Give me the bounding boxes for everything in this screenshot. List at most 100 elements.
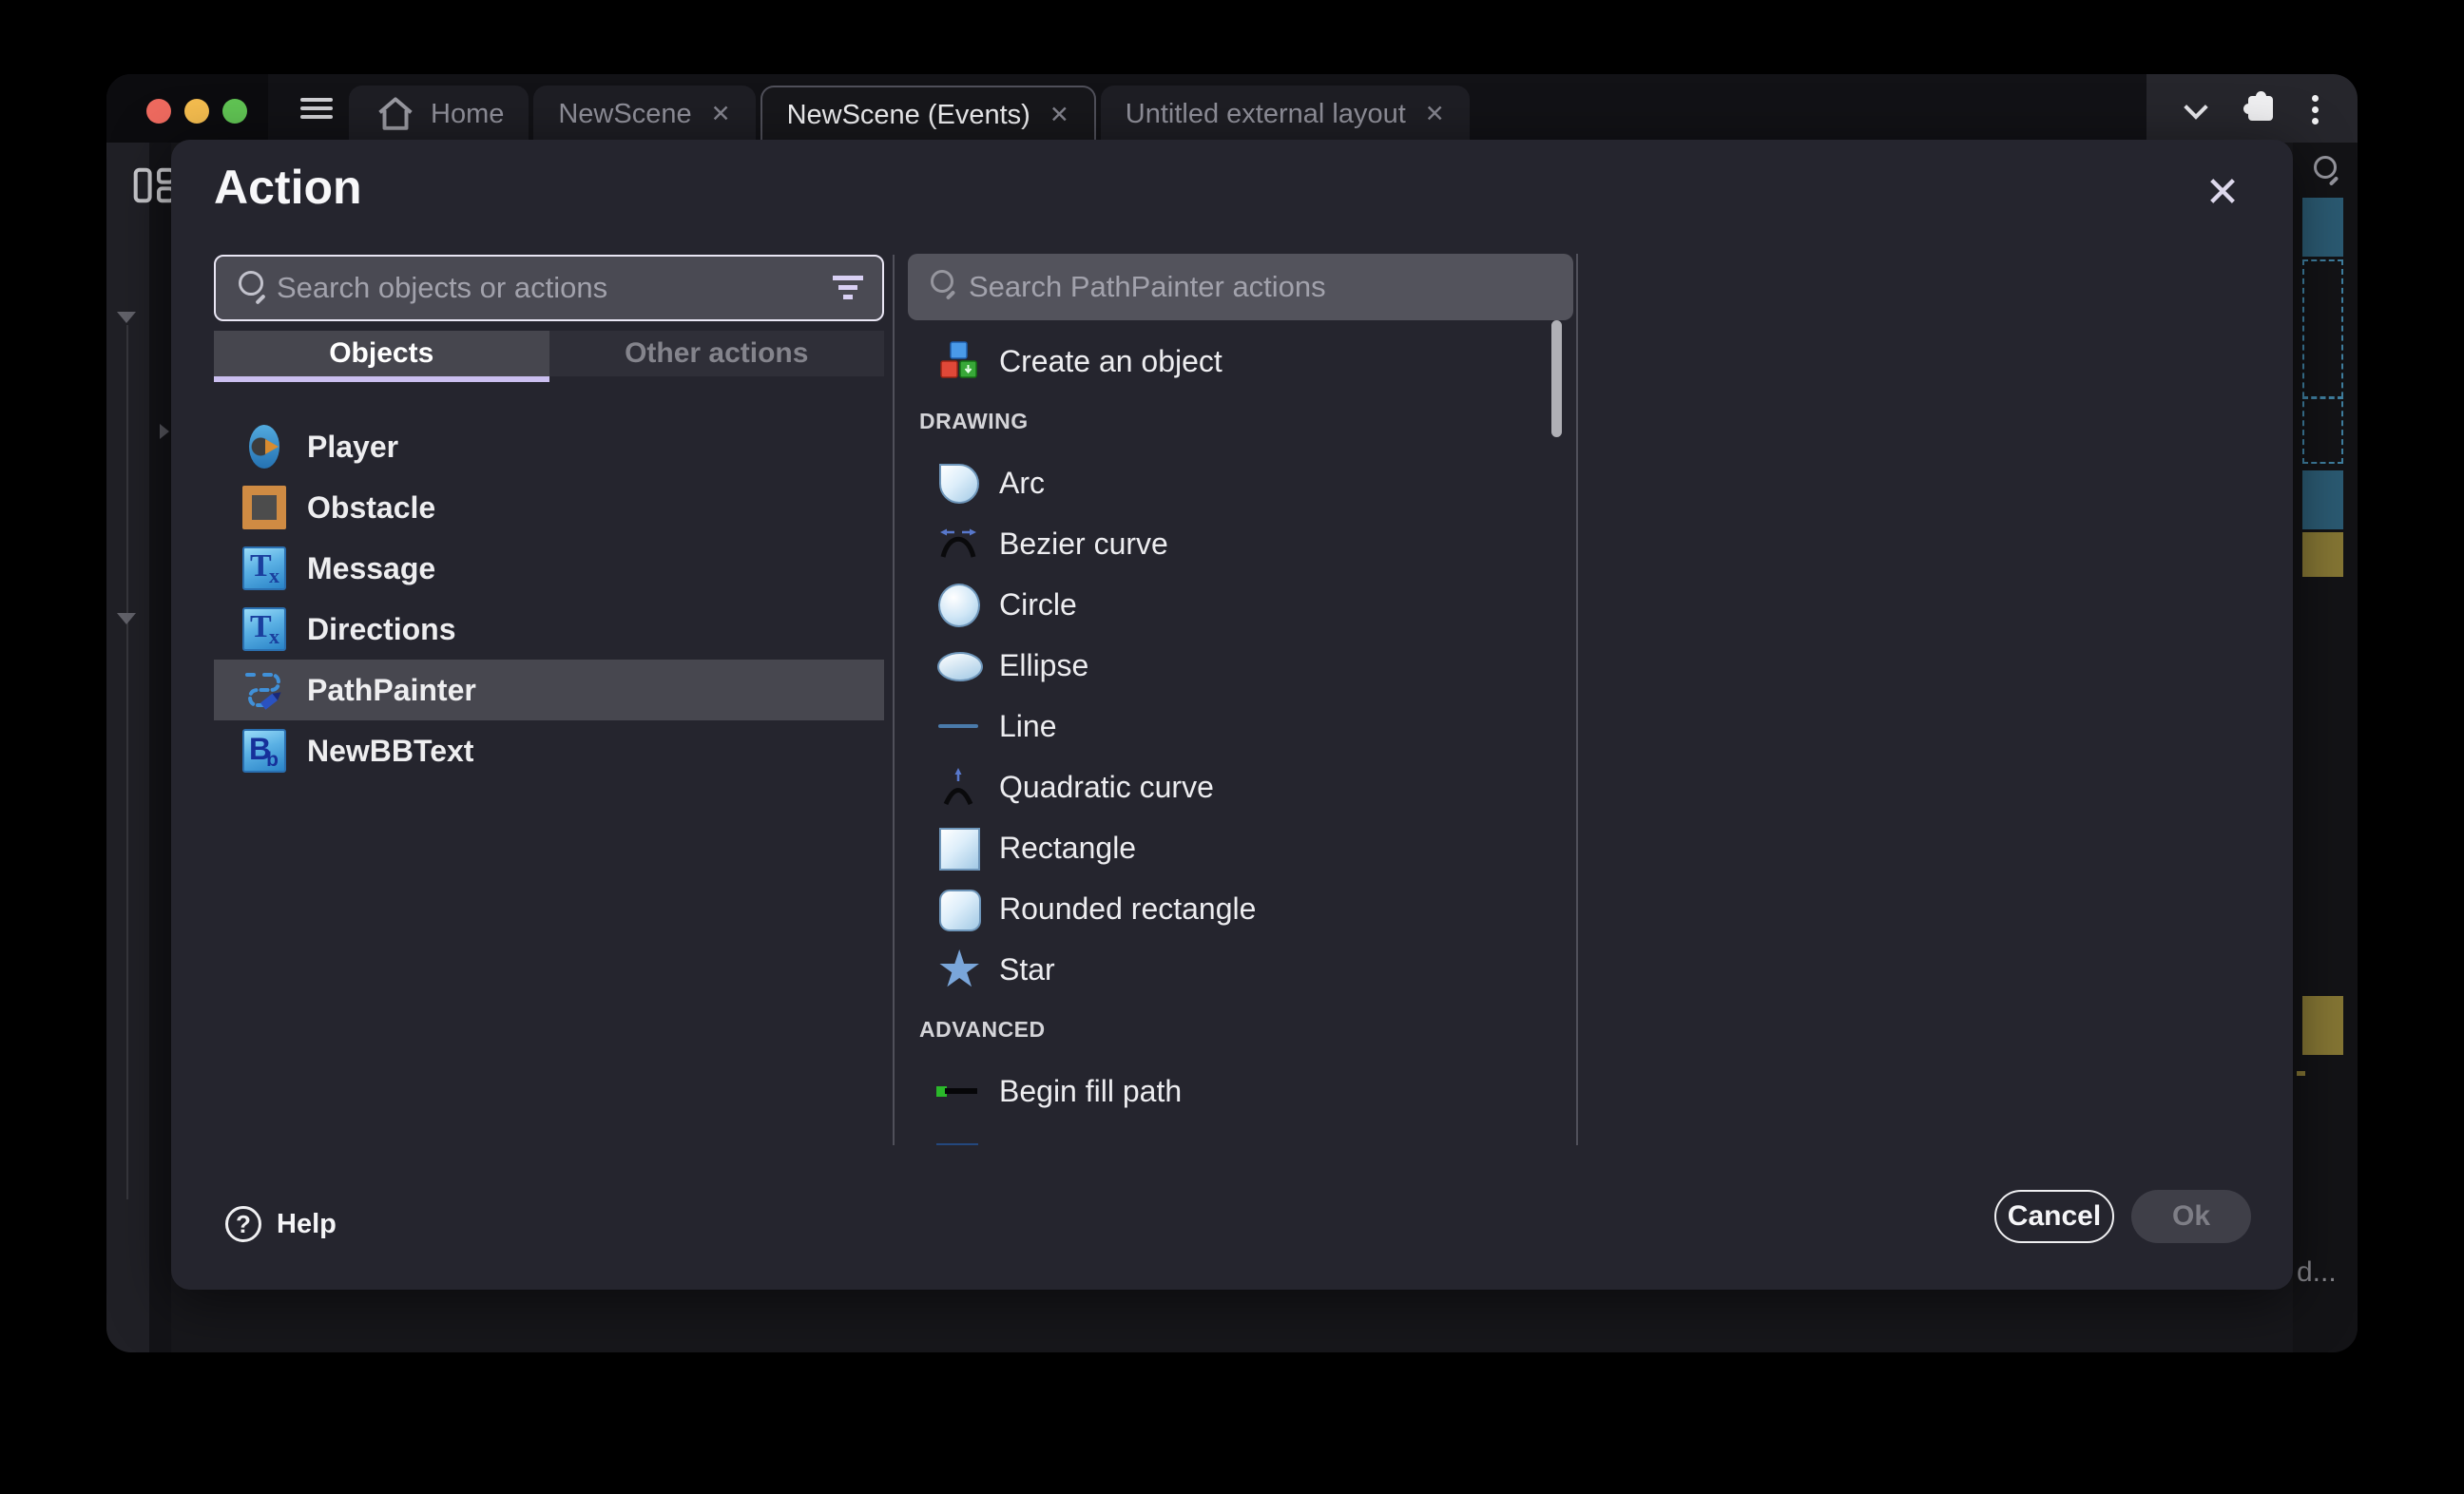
action-item-circle[interactable]: Circle [908, 574, 1554, 635]
action-item-bezier-curve[interactable]: Bezier curve [908, 513, 1554, 574]
close-window-button[interactable] [146, 99, 171, 124]
tab-objects[interactable]: Objects [214, 331, 549, 376]
action-item-rounded-rectangle[interactable]: Rounded rectangle [908, 878, 1554, 939]
chevron-down-icon[interactable] [2185, 97, 2208, 120]
rectangle-icon [936, 826, 980, 870]
search-icon [931, 270, 959, 304]
begin-fill-icon [936, 1069, 980, 1113]
action-item-line[interactable]: Line [908, 696, 1554, 757]
search-icon [2314, 156, 2344, 188]
action-item-arc[interactable]: Arc [908, 452, 1554, 513]
section-header-advanced: ADVANCED [908, 1007, 1554, 1051]
event-block [2302, 198, 2343, 257]
arc-icon [936, 461, 980, 505]
filter-icon[interactable] [833, 276, 863, 300]
actions-search-box [908, 254, 1573, 320]
action-item-star[interactable]: Star [908, 939, 1554, 1000]
object-row-newbbtext[interactable]: NewBBText [214, 720, 884, 781]
action-label: Circle [999, 587, 1077, 622]
tab-untitled-external-layout[interactable]: Untitled external layout [1101, 86, 1470, 143]
action-list: Create an object DRAWING Arc Bezier curve Ci… [908, 331, 1554, 1145]
extensions-puzzle-icon[interactable] [2248, 96, 2273, 121]
object-row-pathpainter[interactable]: PathPainter [214, 660, 884, 720]
action-item-begin-fill-path[interactable]: Begin fill path [908, 1061, 1554, 1121]
tab-label: Untitled external layout [1126, 99, 1406, 130]
action-label: Line [999, 709, 1057, 744]
action-label: Quadratic curve [999, 770, 1214, 805]
zoom-window-button[interactable] [222, 99, 247, 124]
objects-search-box [214, 255, 884, 321]
tab-close-icon[interactable] [1419, 103, 1445, 126]
action-label: Rectangle [999, 831, 1136, 866]
tab-other-actions[interactable]: Other actions [549, 331, 885, 376]
text-icon [242, 607, 286, 651]
objects-search-input[interactable] [267, 271, 833, 305]
object-label: Directions [307, 612, 455, 647]
panel-divider [893, 255, 895, 1145]
close-icon[interactable] [2196, 166, 2249, 220]
background-left-panel [106, 143, 171, 1352]
help-button[interactable]: Help [225, 1206, 337, 1242]
object-label: Obstacle [307, 490, 435, 526]
tab-close-icon[interactable] [705, 103, 731, 126]
action-label: Arc [999, 466, 1045, 501]
cancel-button[interactable]: Cancel [1994, 1190, 2114, 1243]
titlebar: Home NewScene NewScene (Events) Untitled ex… [106, 74, 2358, 143]
tab-label: NewScene [558, 99, 691, 130]
object-row-message[interactable]: Message [214, 538, 884, 599]
kebab-menu-icon[interactable] [2312, 95, 2319, 102]
bezier-icon [936, 522, 980, 565]
editor-tabs: Home NewScene NewScene (Events) Untitled ex… [349, 86, 1474, 143]
action-item-quadratic-curve[interactable]: Quadratic curve [908, 757, 1554, 817]
main-menu-icon[interactable] [300, 98, 333, 121]
object-row-directions[interactable]: Directions [214, 599, 884, 660]
event-selection-dashed [2302, 259, 2343, 464]
event-block [2302, 532, 2343, 577]
traffic-light-zone [106, 74, 268, 143]
rounded-rectangle-icon [936, 887, 980, 930]
action-item-ellipse[interactable]: Ellipse [908, 635, 1554, 696]
section-header-drawing: DRAWING [908, 399, 1554, 443]
pathpainter-icon [242, 668, 286, 712]
ok-button[interactable]: Ok [2131, 1190, 2251, 1243]
background-panel-edge [149, 143, 171, 1352]
truncated-background-text: d... [2297, 1256, 2337, 1289]
action-item-rectangle[interactable]: Rectangle [908, 817, 1554, 878]
ellipse-icon [936, 643, 980, 687]
panel-divider [1576, 254, 1578, 1145]
background-right-panel: d... [2293, 143, 2358, 1352]
action-label: Star [999, 952, 1055, 987]
action-dialog: Action ObjectsOther actions Player Obstac… [171, 140, 2293, 1290]
help-label: Help [277, 1209, 337, 1240]
scrollbar-thumb[interactable] [1551, 320, 1562, 437]
object-label: NewBBText [307, 734, 473, 769]
partial-icon [936, 1143, 978, 1145]
minimize-window-button[interactable] [184, 99, 209, 124]
tree-line [126, 325, 128, 1199]
titlebar-actions [2146, 74, 2358, 143]
object-label: Player [307, 430, 398, 465]
object-label: PathPainter [307, 673, 476, 708]
action-item-create-an-object[interactable]: Create an object [908, 331, 1554, 392]
tab-close-icon[interactable] [1044, 104, 1069, 127]
app-window: d... Home NewScene NewScene (Events) Untitl… [106, 74, 2358, 1352]
object-row-obstacle[interactable]: Obstacle [214, 477, 884, 538]
event-selection-divider [2302, 396, 2343, 399]
action-label: Ellipse [999, 648, 1088, 683]
tab-newscene[interactable]: NewScene [533, 86, 755, 143]
object-label: Message [307, 551, 435, 586]
event-block [2302, 470, 2343, 529]
tab-label: NewScene (Events) [787, 100, 1030, 131]
event-block [2302, 996, 2343, 1055]
tab-newscene-events[interactable]: NewScene (Events) [760, 86, 1096, 143]
tree-collapse-icon [117, 613, 136, 624]
tab-home[interactable]: Home [349, 86, 529, 143]
object-row-player[interactable]: Player [214, 416, 884, 477]
action-item-partial[interactable] [908, 1121, 1554, 1145]
actions-search-input[interactable] [959, 270, 1573, 304]
tree-collapse-icon [117, 312, 136, 323]
screen: { "window": { "tabs": [ { "label": "Home… [0, 0, 2464, 1494]
star-icon [936, 948, 980, 991]
search-icon [239, 271, 267, 305]
dialog-title: Action [214, 160, 362, 215]
